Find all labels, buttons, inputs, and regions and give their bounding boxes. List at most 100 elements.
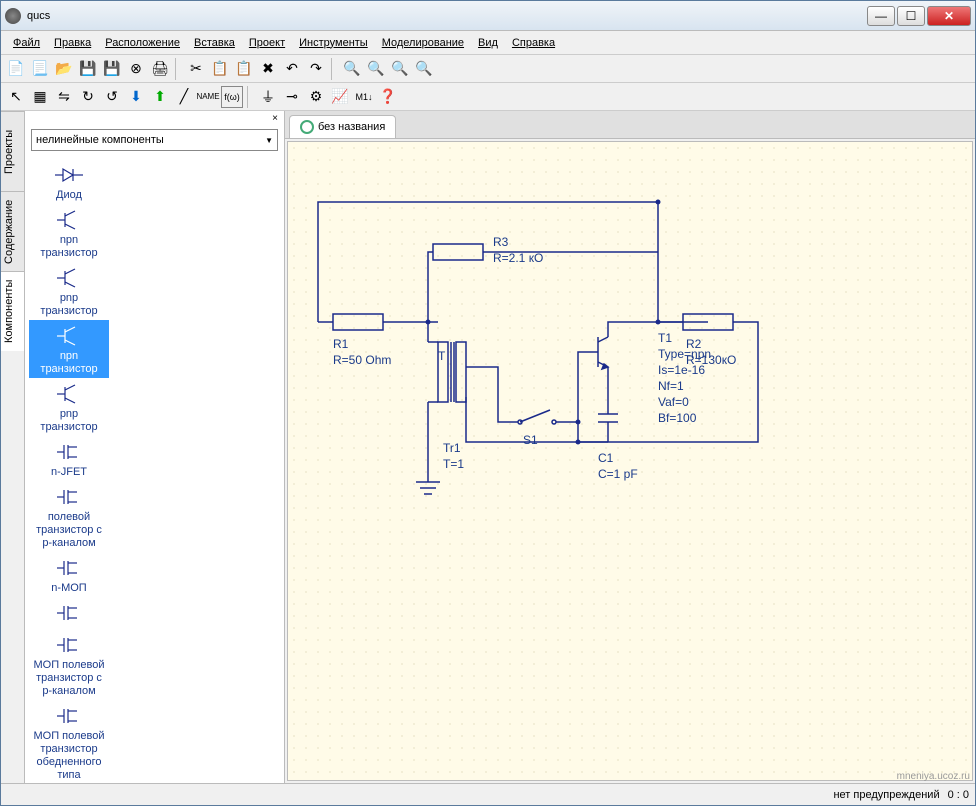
marker-icon[interactable]: M1↓ (353, 86, 375, 108)
status-warnings: нет предупреждений (833, 789, 939, 801)
cut-icon[interactable]: ✂ (185, 58, 207, 80)
save-all-icon[interactable]: 💾 (101, 58, 123, 80)
menu-tools[interactable]: Инструменты (293, 35, 374, 51)
c1-name: C1 (598, 451, 614, 465)
component-label: npn транзистор (31, 350, 107, 376)
component-blank[interactable] (29, 597, 109, 629)
menu-project[interactable]: Проект (243, 35, 291, 51)
rotate2-icon[interactable]: ↺ (101, 86, 123, 108)
rotate-icon[interactable]: ↻ (77, 86, 99, 108)
paste-icon[interactable]: 📋 (233, 58, 255, 80)
window-title: qucs (27, 10, 50, 22)
t1-name: T1 (658, 331, 672, 345)
menubar: Файл Правка Расположение Вставка Проект … (1, 31, 975, 55)
component-depmosfet[interactable]: МОП полевой транзистор обедненного типа (29, 700, 109, 783)
undo-icon[interactable]: ↶ (281, 58, 303, 80)
open-icon[interactable]: 📂 (53, 58, 75, 80)
zoom-in-icon[interactable]: 🔍 (341, 58, 363, 80)
menu-layout[interactable]: Расположение (99, 35, 186, 51)
new-icon[interactable]: 📄 (5, 58, 27, 80)
document-tabs: без названия (285, 111, 975, 139)
t-label: T (438, 349, 446, 363)
component-label: n-JFET (31, 466, 107, 479)
component-npn[interactable]: npn транзистор (29, 204, 109, 262)
menu-insert[interactable]: Вставка (188, 35, 241, 51)
statusbar: нет предупреждений 0 : 0 (1, 783, 975, 805)
redo-icon[interactable]: ↷ (305, 58, 327, 80)
chevron-down-icon: ▼ (265, 136, 273, 145)
gear-icon[interactable]: ⚙ (305, 86, 327, 108)
graph-icon[interactable]: 📈 (329, 86, 351, 108)
component-label: Диод (31, 189, 107, 202)
t1-p5: Bf=100 (658, 411, 697, 425)
component-diode[interactable]: Диод (29, 159, 109, 204)
app-icon (5, 8, 21, 24)
help-icon[interactable]: ❓ (377, 86, 399, 108)
t1-p1: Type=npn (658, 347, 711, 361)
r3-name: R3 (493, 235, 509, 249)
zoom-fit-icon[interactable]: 🔍 (389, 58, 411, 80)
ground-icon[interactable]: ⏚ (257, 86, 279, 108)
component-label: pnp транзистор (31, 408, 107, 434)
tab-untitled[interactable]: без названия (289, 115, 396, 138)
maximize-button[interactable]: ☐ (897, 6, 925, 26)
gear-icon (300, 120, 314, 134)
print-icon[interactable]: 🖨 (149, 58, 171, 80)
component-pfet[interactable]: полевой транзистор с p-каналом (29, 481, 109, 552)
tr1-name: Tr1 (443, 441, 461, 455)
menu-help[interactable]: Справка (506, 35, 561, 51)
component-npn2[interactable]: npn транзистор (29, 320, 109, 378)
t1-p2: Is=1e-16 (658, 363, 705, 377)
component-label: n-МОП (31, 582, 107, 595)
s1-name: S1 (523, 433, 538, 447)
menu-view[interactable]: Вид (472, 35, 504, 51)
component-pnp2[interactable]: pnp транзистор (29, 378, 109, 436)
side-tab-strip: Проекты Содержание Компоненты (1, 111, 25, 783)
minimize-button[interactable]: — (867, 6, 895, 26)
r1-name: R1 (333, 337, 349, 351)
r1-value: R=50 Ohm (333, 353, 391, 367)
component-label: МОП полевой транзистор с p-каналом (31, 659, 107, 698)
schematic-canvas[interactable]: R3 R=2.1 кО R1 R=50 Ohm R2 R=130кО (287, 141, 973, 781)
tr1-value: T=1 (443, 457, 464, 471)
save-icon[interactable]: 💾 (77, 58, 99, 80)
component-list: Диод npn транзистор pnp транзистор npn тран… (25, 155, 284, 783)
category-dropdown[interactable]: нелинейные компоненты ▼ (31, 129, 278, 151)
zoom-reset-icon[interactable]: 🔍 (413, 58, 435, 80)
component-nmos[interactable]: n-МОП (29, 552, 109, 597)
delete-icon[interactable]: ✖ (257, 58, 279, 80)
mirror-icon[interactable]: ⇋ (53, 86, 75, 108)
menu-edit[interactable]: Правка (48, 35, 97, 51)
equation-icon[interactable]: f(ω) (221, 86, 243, 108)
c1-value: C=1 pF (598, 467, 638, 481)
component-pmosfet[interactable]: МОП полевой транзистор с p-каналом (29, 629, 109, 700)
sidetab-components[interactable]: Компоненты (1, 271, 24, 351)
component-label: pnp транзистор (31, 292, 107, 318)
menu-file[interactable]: Файл (7, 35, 46, 51)
new-text-icon[interactable]: 📃 (29, 58, 51, 80)
copy-icon[interactable]: 📋 (209, 58, 231, 80)
panel-close-icon[interactable]: × (268, 113, 282, 127)
menu-simulation[interactable]: Моделирование (376, 35, 470, 51)
close-doc-icon[interactable]: ⊗ (125, 58, 147, 80)
titlebar[interactable]: qucs — ☐ ✕ (1, 1, 975, 31)
arrow-up-icon[interactable]: ⬆ (149, 86, 171, 108)
zoom-out-icon[interactable]: 🔍 (365, 58, 387, 80)
close-button[interactable]: ✕ (927, 6, 971, 26)
name-icon[interactable]: NAME (197, 86, 219, 108)
component-icon[interactable]: ▦ (29, 86, 51, 108)
arrow-down-icon[interactable]: ⬇ (125, 86, 147, 108)
port-icon[interactable]: ⊸ (281, 86, 303, 108)
component-label: полевой транзистор с p-каналом (31, 511, 107, 550)
sidetab-content[interactable]: Содержание (1, 191, 24, 271)
component-label: МОП полевой транзистор обедненного типа (31, 730, 107, 782)
component-pnp[interactable]: pnp транзистор (29, 262, 109, 320)
sidetab-projects[interactable]: Проекты (1, 111, 24, 191)
select-icon[interactable]: ↖ (5, 86, 27, 108)
status-coords: 0 : 0 (948, 789, 969, 801)
toolbar-2: ↖ ▦ ⇋ ↻ ↺ ⬇ ⬆ ╱ NAME f(ω) ⏚ ⊸ ⚙ 📈 M1↓ ❓ (1, 83, 975, 111)
app-window: qucs — ☐ ✕ Файл Правка Расположение Вста… (0, 0, 976, 806)
wire-icon[interactable]: ╱ (173, 86, 195, 108)
component-njfet[interactable]: n-JFET (29, 436, 109, 481)
dropdown-value: нелинейные компоненты (36, 134, 164, 146)
